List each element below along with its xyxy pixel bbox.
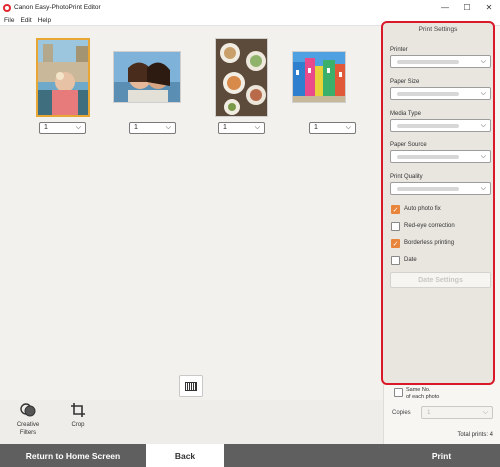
return-home-button[interactable]: Return to Home Screen	[0, 444, 146, 467]
chevron-down-icon: ⌵	[480, 58, 486, 65]
paper-size-label: Paper Size	[390, 79, 420, 85]
photo-thumbnail-4[interactable]	[292, 51, 346, 103]
printer-label: Printer	[390, 47, 408, 53]
paper-source-select[interactable]: ⌵	[390, 150, 491, 163]
back-button[interactable]: Back	[146, 444, 224, 467]
printer-select[interactable]: ⌵	[390, 55, 491, 68]
print-quality-select[interactable]: ⌵	[390, 182, 491, 195]
copies-select[interactable]: 1 ⌵	[421, 406, 493, 419]
borderless-printing-label: Borderless printing	[404, 240, 455, 246]
window-title: Canon Easy-PhotoPrint Editor	[14, 4, 101, 11]
canon-app-icon	[3, 3, 11, 12]
close-button[interactable]: ✕	[478, 0, 500, 15]
print-settings-title: Print Settings	[418, 26, 458, 33]
filmstrip-icon	[185, 381, 197, 391]
minimize-button[interactable]: —	[434, 0, 456, 15]
print-button[interactable]: Print	[383, 444, 500, 467]
chevron-down-icon: ⌵	[480, 153, 486, 160]
media-type-label: Media Type	[390, 111, 421, 117]
borderless-printing-checkbox[interactable]: ✓	[391, 239, 400, 248]
copies-label: Copies	[392, 410, 411, 416]
menu-edit[interactable]: Edit	[20, 17, 31, 24]
bottom-action-bar: Return to Home Screen Back Print	[0, 444, 500, 467]
date-settings-button[interactable]: Date Settings	[390, 272, 491, 288]
chevron-down-icon: ⌵	[254, 124, 260, 131]
title-bar: Canon Easy-PhotoPrint Editor — ☐ ✕	[0, 0, 500, 15]
chevron-down-icon: ⌵	[480, 122, 486, 129]
paper-source-label: Paper Source	[390, 142, 427, 148]
auto-photo-fix-label: Auto photo fix	[404, 206, 441, 212]
creative-filters-tool[interactable]: Creative Filters	[13, 402, 43, 437]
chevron-down-icon: ⌵	[165, 124, 171, 131]
paper-size-select[interactable]: ⌵	[390, 87, 491, 100]
creative-filters-label: Creative Filters	[16, 422, 40, 436]
photo-selfie	[114, 52, 180, 102]
photo-child-ice-cream	[38, 40, 88, 115]
red-eye-label: Red-eye correction	[404, 223, 455, 229]
date-label: Date	[404, 257, 417, 263]
auto-photo-fix-checkbox[interactable]: ✓	[391, 205, 400, 214]
menu-file[interactable]: File	[4, 17, 14, 24]
crop-tool[interactable]: Crop	[66, 402, 90, 429]
editing-tools-bar: Creative Filters Crop	[0, 400, 383, 444]
settings-side-panel: Print Settings Printer ⌵ Paper Size ⌵ Me…	[381, 21, 500, 444]
media-type-select[interactable]: ⌵	[390, 119, 491, 132]
window-controls: — ☐ ✕	[434, 0, 500, 15]
chevron-down-icon: ⌵	[480, 90, 486, 97]
menu-help[interactable]: Help	[38, 17, 51, 24]
same-no-label: Same No. of each photo	[406, 387, 440, 400]
quantity-select-3[interactable]: 1 ⌵	[218, 122, 265, 134]
red-eye-checkbox[interactable]	[391, 222, 400, 231]
quantity-select-2[interactable]: 1 ⌵	[129, 122, 176, 134]
quantity-select-1[interactable]: 1 ⌵	[39, 122, 86, 134]
maximize-button[interactable]: ☐	[456, 0, 478, 15]
chevron-down-icon: ⌵	[345, 124, 351, 131]
chevron-down-icon: ⌵	[480, 185, 486, 192]
chevron-down-icon: ⌵	[482, 409, 488, 416]
creative-filters-icon	[20, 403, 36, 417]
same-no-checkbox[interactable]	[394, 388, 403, 397]
photo-thumbnail-2[interactable]	[113, 51, 181, 103]
crop-icon	[71, 403, 85, 417]
total-prints-count: Total prints: 4	[457, 432, 493, 438]
date-checkbox[interactable]	[391, 256, 400, 265]
layout-toggle-button[interactable]	[179, 375, 203, 397]
photo-colorful-houses	[293, 52, 345, 102]
photo-food-plates	[216, 39, 267, 116]
photo-thumbnail-1[interactable]	[36, 38, 90, 117]
print-settings-panel: Print Settings Printer ⌵ Paper Size ⌵ Me…	[381, 21, 495, 385]
chevron-down-icon: ⌵	[75, 124, 81, 131]
photo-work-area: 1 ⌵ 1 ⌵ 1 ⌵ 1 ⌵ Creative Filters Crop	[0, 26, 383, 444]
crop-label: Crop	[71, 422, 85, 428]
quantity-select-4[interactable]: 1 ⌵	[309, 122, 356, 134]
print-quality-label: Print Quality	[390, 174, 423, 180]
photo-thumbnail-3[interactable]	[215, 38, 268, 117]
